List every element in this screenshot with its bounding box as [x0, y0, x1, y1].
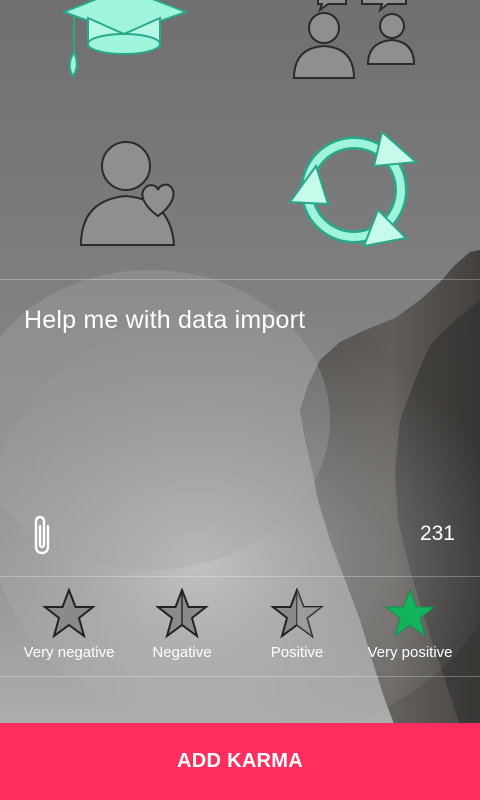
top-divider [0, 279, 480, 280]
rating-very-negative[interactable]: Very negative [9, 588, 129, 661]
refresh-icon[interactable] [286, 128, 420, 250]
rating-positive[interactable]: Positive [237, 588, 357, 661]
rating-negative[interactable]: Negative [122, 588, 242, 661]
rating-very-positive[interactable]: Very positive [350, 588, 470, 661]
paperclip-icon[interactable] [26, 514, 58, 556]
add-karma-button[interactable]: ADD KARMA [0, 723, 480, 800]
star-icon [270, 588, 324, 639]
background-cliff-image [0, 250, 480, 800]
rating-selector: Very negative Negative Positive Very pos… [0, 588, 480, 668]
graduation-cap-icon[interactable] [60, 0, 190, 83]
add-karma-screen: Help me with data import 231 Very negati… [0, 0, 480, 800]
star-icon [155, 588, 209, 639]
user-heart-icon[interactable] [78, 140, 182, 248]
rating-label: Very negative [23, 644, 115, 661]
star-icon [42, 588, 96, 639]
rating-top-divider [0, 576, 480, 577]
rating-label: Negative [152, 644, 212, 661]
karma-message-text[interactable]: Help me with data import [24, 306, 305, 335]
conversation-icon[interactable] [288, 0, 418, 82]
character-count: 231 [419, 522, 455, 545]
rating-label: Positive [270, 644, 324, 661]
rating-bottom-divider [0, 676, 480, 677]
rating-label: Very positive [367, 644, 453, 661]
star-icon [384, 588, 436, 638]
